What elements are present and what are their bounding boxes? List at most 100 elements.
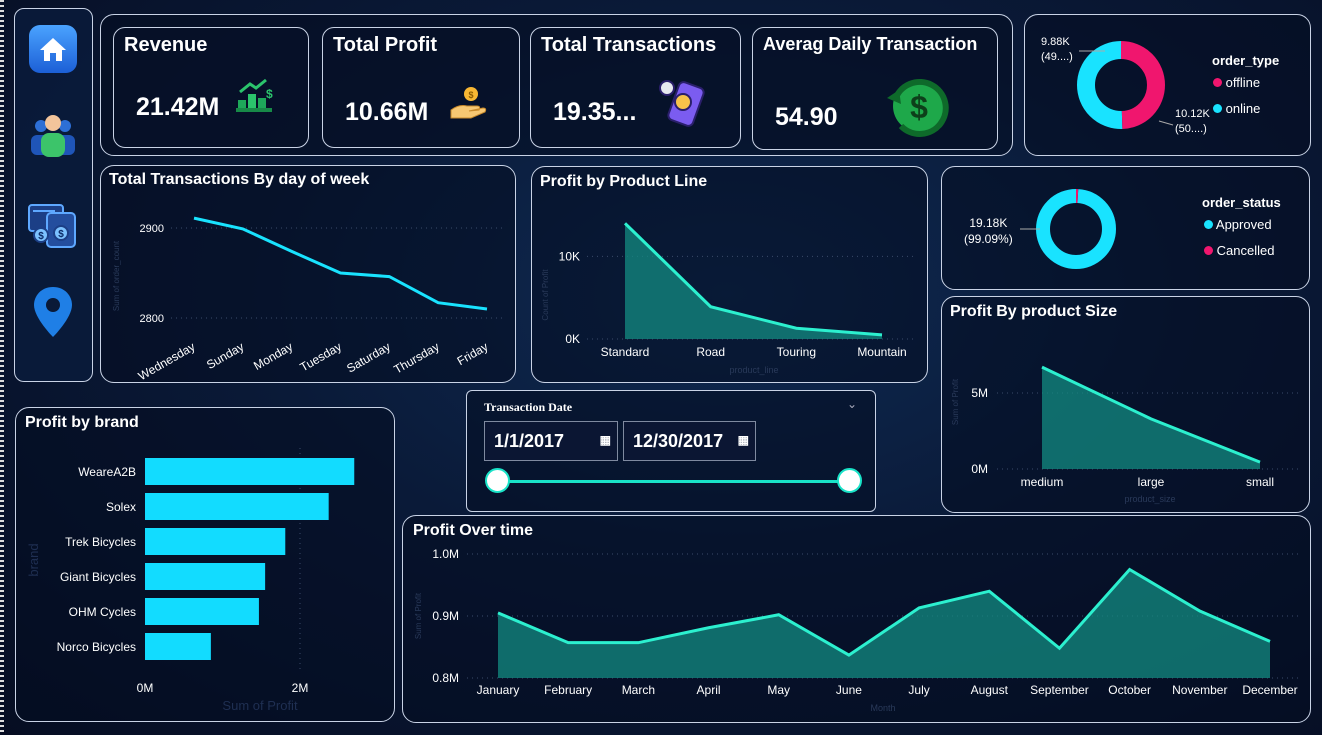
brand-panel: Profit by brand brand Sum of Profit Wear…	[15, 407, 395, 722]
profit-value: 10.66M	[345, 98, 429, 126]
y-tick-label: WeareA2B	[78, 465, 136, 479]
legend-dot-online	[1213, 104, 1222, 113]
legend-item-approved[interactable]: Approved	[1204, 217, 1272, 232]
offline-pct-label: (49....)	[1041, 51, 1073, 63]
profit-over-time-chart: Sum of Profit Month 1.0M 0.9M 0.8M January F…	[414, 547, 1298, 713]
y-tick-label: 0.9M	[432, 609, 459, 623]
x-axis-label: Month	[870, 703, 895, 713]
left-border	[0, 0, 4, 735]
payment-phone-icon	[659, 80, 705, 127]
legend-dot-approved	[1204, 220, 1213, 229]
revenue-title: Revenue	[124, 34, 208, 56]
x-tick-label: June	[836, 683, 862, 697]
x-tick-label: September	[1030, 683, 1089, 697]
area-fill	[625, 223, 882, 339]
y-tick-label: 5M	[971, 386, 988, 400]
date-slider-start-handle[interactable]	[485, 468, 510, 493]
x-tick-label: July	[908, 683, 929, 697]
order-type-panel: 9.88K (49....) 10.12K (50....) order_typ…	[1024, 14, 1311, 156]
legend-label-online: online	[1225, 101, 1261, 116]
revenue-growth-icon: $	[236, 78, 273, 112]
start-date-value: 1/1/2017	[494, 431, 565, 451]
transactions-title: Total Transactions	[541, 34, 717, 56]
start-date-input[interactable]: 1/1/2017 ▦	[484, 421, 618, 461]
x-tick-label: October	[1108, 683, 1151, 697]
donut-segment-approved	[1036, 189, 1116, 269]
x-tick-label: Saturday	[344, 339, 393, 375]
legend-item-online[interactable]: online	[1213, 101, 1260, 116]
x-tick-label: December	[1242, 683, 1297, 697]
series-line	[193, 216, 488, 311]
order-type-legend-title: order_type	[1212, 53, 1280, 68]
date-slider-track[interactable]	[499, 480, 851, 483]
transactions-by-day-chart: Sum of order_count 2900 2800 Wednesday Sund…	[112, 216, 506, 383]
users-button[interactable]	[27, 109, 79, 161]
product-line-panel: Profit by Product Line Count of Profit p…	[531, 166, 928, 383]
svg-text:$: $	[38, 231, 44, 242]
date-filter-panel: Transaction Date ⌄ 1/1/2017 ▦ 12/30/2017…	[466, 390, 876, 512]
profit-title: Total Profit	[333, 34, 438, 56]
date-filter-title: Transaction Date	[484, 400, 573, 414]
users-icon	[31, 115, 75, 157]
y-tick-label: Giant Bicycles	[60, 570, 136, 584]
x-tick-label: May	[767, 683, 790, 697]
x-axis-label: product_line	[729, 365, 778, 375]
x-tick-label: March	[622, 683, 655, 697]
bar	[145, 598, 259, 625]
legend-label-approved: Approved	[1215, 217, 1272, 232]
bar	[145, 458, 355, 485]
brand-chart: brand Sum of Profit WeareA2B Solex Trek Bi…	[26, 448, 355, 713]
x-tick-label: Wednesday	[136, 339, 198, 383]
revenue-value: 21.42M	[136, 93, 220, 121]
x-tick-label: large	[1138, 475, 1165, 489]
x-tick-label: 0M	[137, 681, 154, 695]
x-tick-label: January	[477, 683, 520, 697]
legend-item-offline[interactable]: offline	[1213, 75, 1260, 90]
y-tick-label: Trek Bicycles	[65, 535, 136, 549]
svg-text:$: $	[266, 87, 273, 101]
legend-label-cancelled: Cancelled	[1216, 243, 1275, 258]
calendar-icon[interactable]: ▦	[600, 433, 611, 447]
location-button[interactable]	[27, 285, 79, 337]
home-button[interactable]	[27, 23, 79, 75]
y-tick-label: 10K	[559, 249, 580, 263]
location-pin-icon	[34, 287, 72, 337]
x-tick-label: 2M	[292, 681, 309, 695]
product-size-chart: Sum of Profit product_size 5M 0M medium lar…	[951, 365, 1302, 504]
offline-value-label: 9.88K	[1041, 36, 1070, 48]
order-status-panel: 19.18K (99.09%) order_status Approved Ca…	[941, 166, 1310, 290]
legend-item-cancelled[interactable]: Cancelled	[1204, 243, 1274, 258]
y-tick-label: 0K	[565, 332, 580, 346]
y-axis-label: Sum of Profit	[951, 378, 960, 425]
x-tick-label: small	[1246, 475, 1274, 489]
avg-daily-title: Averag Daily Transaction	[763, 34, 978, 54]
y-axis-label: Sum of order_count	[112, 240, 121, 311]
x-tick-label: Sunday	[204, 339, 246, 371]
svg-text:$: $	[468, 90, 473, 100]
x-tick-label: Mountain	[857, 345, 906, 359]
calendar-icon[interactable]: ▦	[738, 433, 749, 447]
transactions-icon: $ $	[28, 204, 76, 248]
y-tick-label: 0.8M	[432, 671, 459, 685]
y-axis-label: brand	[26, 543, 41, 576]
x-tick-label: November	[1172, 683, 1227, 697]
online-value-label: 10.12K	[1175, 108, 1210, 120]
transactions-by-day-panel: Total Transactions By day of week Sum of…	[100, 165, 516, 383]
chevron-down-icon[interactable]: ⌄	[847, 397, 857, 411]
approved-pct-label: (99.09%)	[964, 232, 1013, 246]
profit-hand-icon: $	[450, 87, 487, 119]
transactions-value: 19.35...	[553, 98, 637, 126]
bar	[145, 493, 329, 520]
svg-text:$: $	[910, 89, 928, 125]
y-tick-label: 2800	[140, 313, 164, 325]
date-slider-end-handle[interactable]	[837, 468, 862, 493]
online-pct-label: (50....)	[1175, 123, 1207, 135]
end-date-input[interactable]: 12/30/2017 ▦	[623, 421, 756, 461]
product-size-panel: Profit By product Size Sum of Profit pro…	[941, 296, 1310, 513]
y-axis-label: Count of Profit	[541, 269, 550, 321]
nav-sidebar: $ $	[14, 8, 93, 382]
bar	[145, 563, 266, 590]
transactions-button[interactable]: $ $	[27, 199, 79, 251]
x-tick-label: Tuesday	[298, 339, 344, 374]
home-icon	[29, 25, 77, 73]
